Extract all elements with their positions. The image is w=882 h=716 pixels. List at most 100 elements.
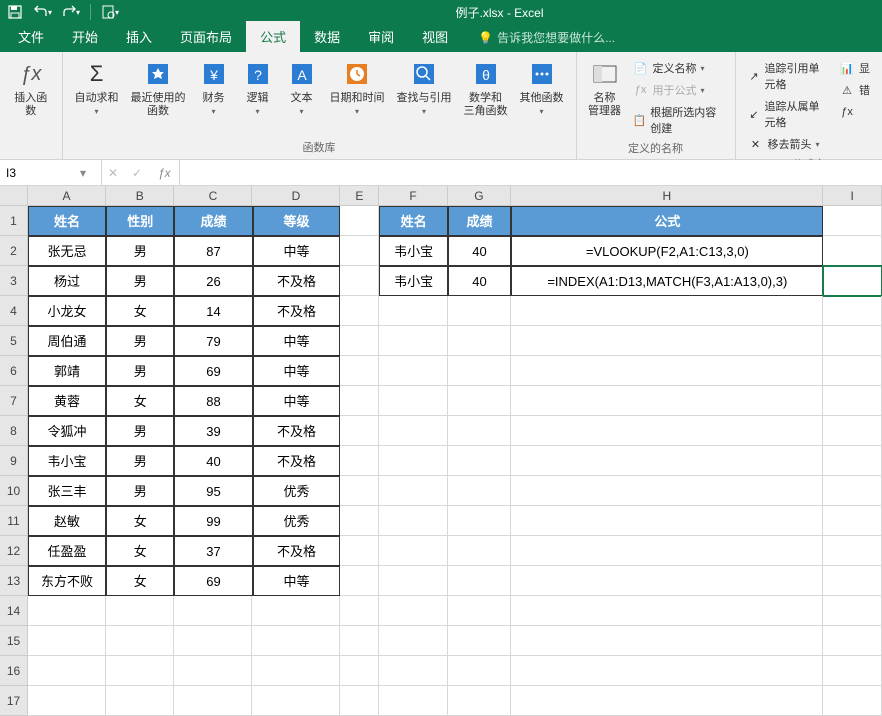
cell-A1[interactable]: 姓名 (28, 206, 106, 236)
tab-data[interactable]: 数据 (300, 21, 354, 52)
cell-E17[interactable] (340, 686, 379, 716)
cell-E11[interactable] (340, 506, 379, 536)
cell-B14[interactable] (106, 596, 174, 626)
cell-D3[interactable]: 不及格 (253, 266, 341, 296)
cell-D15[interactable] (252, 626, 340, 656)
text-fn-button[interactable]: A文本▾ (280, 56, 324, 120)
select-all-corner[interactable] (0, 186, 28, 206)
cell-C12[interactable]: 37 (174, 536, 252, 566)
cell-H8[interactable] (511, 416, 823, 446)
cell-B12[interactable]: 女 (106, 536, 174, 566)
row-header-9[interactable]: 9 (0, 446, 28, 476)
row-header-4[interactable]: 4 (0, 296, 28, 326)
cell-D9[interactable]: 不及格 (253, 446, 341, 476)
cell-B8[interactable]: 男 (106, 416, 174, 446)
cell-I14[interactable] (823, 596, 882, 626)
cell-B7[interactable]: 女 (106, 386, 174, 416)
cell-A2[interactable]: 张无忌 (28, 236, 106, 266)
cell-E13[interactable] (340, 566, 379, 596)
cell-H11[interactable] (511, 506, 823, 536)
recent-fn-button[interactable]: 最近使用的 函数 (125, 56, 192, 120)
cell-H5[interactable] (511, 326, 823, 356)
cell-B4[interactable]: 女 (106, 296, 174, 326)
financial-button[interactable]: ¥财务▾ (192, 56, 236, 120)
other-fn-button[interactable]: 其他函数▾ (514, 56, 570, 120)
cell-G4[interactable] (448, 296, 511, 326)
cell-D10[interactable]: 优秀 (253, 476, 341, 506)
cell-G8[interactable] (448, 416, 511, 446)
name-box-dropdown[interactable]: ▾ (76, 166, 90, 180)
cell-E8[interactable] (340, 416, 379, 446)
cell-D13[interactable]: 中等 (253, 566, 341, 596)
cell-A4[interactable]: 小龙女 (28, 296, 106, 326)
cell-D8[interactable]: 不及格 (253, 416, 341, 446)
tab-page-layout[interactable]: 页面布局 (166, 21, 246, 52)
cell-A9[interactable]: 韦小宝 (28, 446, 106, 476)
cell-C13[interactable]: 69 (174, 566, 252, 596)
cell-H1[interactable]: 公式 (511, 206, 823, 236)
cell-I1[interactable] (823, 206, 882, 236)
column-header-B[interactable]: B (106, 186, 174, 206)
cell-D1[interactable]: 等级 (253, 206, 341, 236)
cell-I10[interactable] (823, 476, 882, 506)
cell-E5[interactable] (340, 326, 379, 356)
cell-E1[interactable] (340, 206, 379, 236)
cell-C15[interactable] (174, 626, 252, 656)
column-header-H[interactable]: H (511, 186, 823, 206)
tab-file[interactable]: 文件 (4, 21, 58, 52)
cell-F10[interactable] (379, 476, 447, 506)
tab-view[interactable]: 视图 (408, 21, 462, 52)
error-check-button[interactable]: ⚠错 (835, 80, 874, 100)
cell-E3[interactable] (340, 266, 379, 296)
cell-I5[interactable] (823, 326, 882, 356)
cell-A10[interactable]: 张三丰 (28, 476, 106, 506)
cell-I4[interactable] (823, 296, 882, 326)
row-header-8[interactable]: 8 (0, 416, 28, 446)
cell-C17[interactable] (174, 686, 252, 716)
formula-input[interactable] (186, 160, 876, 185)
row-header-11[interactable]: 11 (0, 506, 28, 536)
cell-I15[interactable] (823, 626, 882, 656)
cell-A6[interactable]: 郭靖 (28, 356, 106, 386)
cell-F5[interactable] (379, 326, 447, 356)
cell-E12[interactable] (340, 536, 379, 566)
cell-C10[interactable]: 95 (174, 476, 252, 506)
cell-H3[interactable]: =INDEX(A1:D13,MATCH(F3,A1:A13,0),3) (511, 266, 823, 296)
cell-I6[interactable] (823, 356, 882, 386)
cell-F14[interactable] (379, 596, 447, 626)
cell-C9[interactable]: 40 (174, 446, 252, 476)
row-header-1[interactable]: 1 (0, 206, 28, 236)
cell-I13[interactable] (823, 566, 882, 596)
tell-me-search[interactable]: 💡 告诉我您想要做什么... (478, 29, 615, 52)
cell-F7[interactable] (379, 386, 447, 416)
cell-D4[interactable]: 不及格 (253, 296, 341, 326)
cell-D16[interactable] (252, 656, 340, 686)
undo-button[interactable]: ▾ (32, 1, 54, 23)
cell-C4[interactable]: 14 (174, 296, 252, 326)
cell-B1[interactable]: 性别 (106, 206, 174, 236)
cell-C2[interactable]: 87 (174, 236, 252, 266)
use-in-formula-button[interactable]: ƒx用于公式 ▾ (629, 80, 727, 100)
cell-F12[interactable] (379, 536, 447, 566)
cell-D17[interactable] (252, 686, 340, 716)
cell-B15[interactable] (106, 626, 174, 656)
cell-H15[interactable] (511, 626, 823, 656)
cell-H6[interactable] (511, 356, 823, 386)
name-box[interactable]: ▾ (0, 160, 102, 185)
cell-I7[interactable] (823, 386, 882, 416)
cell-H7[interactable] (511, 386, 823, 416)
row-header-6[interactable]: 6 (0, 356, 28, 386)
cell-F8[interactable] (379, 416, 447, 446)
cell-B3[interactable]: 男 (106, 266, 174, 296)
cell-A7[interactable]: 黄蓉 (28, 386, 106, 416)
cell-A15[interactable] (28, 626, 106, 656)
cell-B6[interactable]: 男 (106, 356, 174, 386)
cell-F9[interactable] (379, 446, 447, 476)
cell-G14[interactable] (448, 596, 511, 626)
confirm-entry-button[interactable]: ✓ (130, 166, 144, 180)
cell-A3[interactable]: 杨过 (28, 266, 106, 296)
cell-E16[interactable] (340, 656, 379, 686)
cell-C11[interactable]: 99 (174, 506, 252, 536)
cell-D5[interactable]: 中等 (253, 326, 341, 356)
cell-G1[interactable]: 成绩 (448, 206, 511, 236)
